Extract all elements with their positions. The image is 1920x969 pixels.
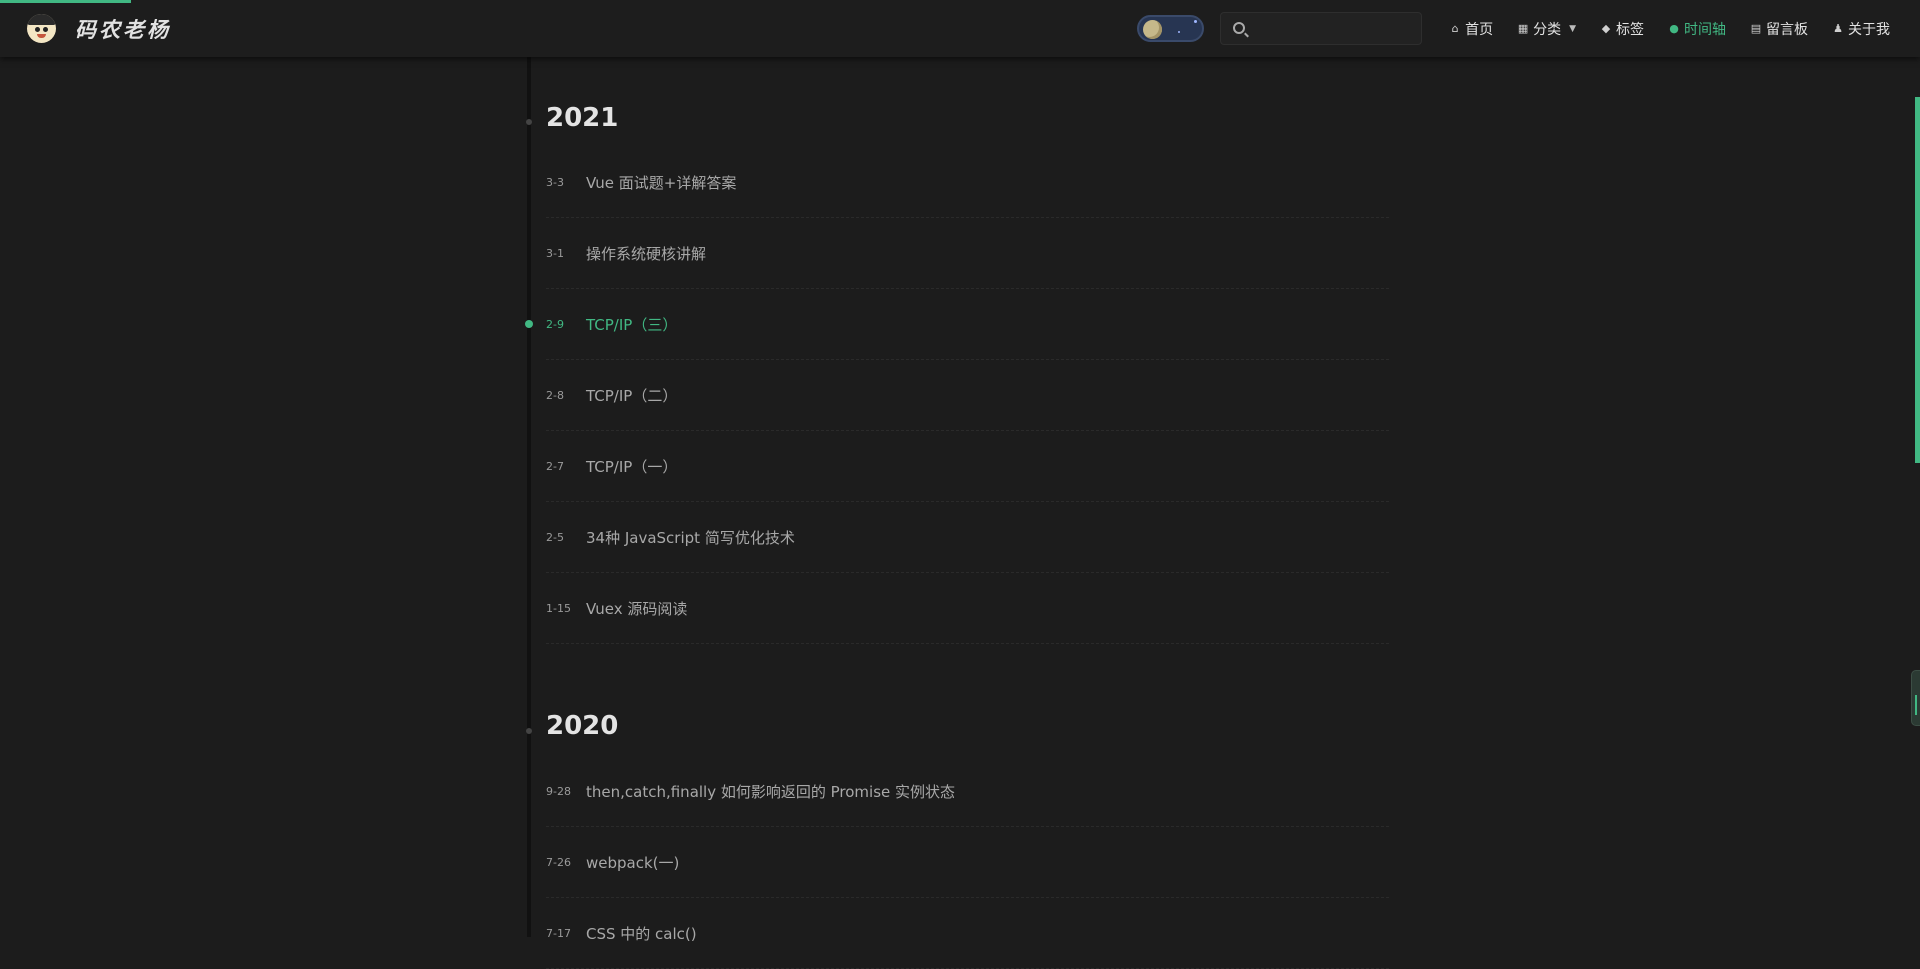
year-marker: [526, 728, 532, 734]
nav-item-home[interactable]: ⌂ 首页: [1449, 19, 1494, 39]
timeline-post[interactable]: 1-15 Vuex 源码阅读: [546, 573, 1389, 644]
moon-icon: [1143, 20, 1162, 39]
timeline-post[interactable]: 2-7 TCP/IP（一）: [546, 431, 1389, 502]
year-marker: [526, 119, 532, 125]
timeline-post[interactable]: 7-26 webpack(一): [546, 827, 1389, 898]
tag-icon: ◆: [1601, 21, 1611, 35]
post-title[interactable]: Vue 面试题+详解答案: [586, 172, 736, 193]
post-date: 3-1: [546, 246, 564, 260]
side-tab-indicator: [1915, 695, 1917, 715]
nav-item-timeline[interactable]: ● 时间轴: [1668, 19, 1726, 39]
year-heading: 2020: [546, 711, 619, 741]
timeline-post[interactable]: 2-9 TCP/IP（三）: [546, 289, 1389, 360]
scrollbar-thumb[interactable]: [1915, 97, 1920, 463]
post-date: 2-8: [546, 388, 564, 402]
timeline-post[interactable]: 2-5 34种 JavaScript 简写优化技术: [546, 502, 1389, 573]
star-icon: [1178, 31, 1180, 33]
nav-item-about[interactable]: ♟ 关于我: [1832, 19, 1890, 39]
timeline-post[interactable]: 2-8 TCP/IP（二）: [546, 360, 1389, 431]
clock-icon: ●: [1669, 21, 1679, 35]
post-date: 2-9: [546, 317, 564, 331]
side-drawer-tab[interactable]: [1911, 670, 1920, 726]
page-loading-progress: [0, 0, 131, 3]
nav-item-label: 关于我: [1848, 21, 1890, 38]
post-title[interactable]: TCP/IP（二）: [586, 385, 677, 406]
nav-item-label: 时间轴: [1684, 21, 1726, 38]
timeline-post[interactable]: 9-28 then,catch,finally 如何影响返回的 Promise …: [546, 756, 1389, 827]
page-scrollbar[interactable]: [1914, 57, 1920, 937]
logo-hair: [27, 14, 56, 25]
timeline-post[interactable]: 3-3 Vue 面试题+详解答案: [546, 147, 1389, 218]
message-board-icon: ▤: [1750, 21, 1762, 35]
search-icon: [1233, 22, 1245, 34]
star-icon: [1194, 20, 1197, 23]
post-date: 1-15: [546, 601, 571, 615]
site-header: 码农老杨 ⌂ 首页 ▦ 分类 ▼ ◆ 标签 ● 时间轴 ▤ 留言板 ♟ 关于我: [0, 0, 1920, 57]
timeline-post[interactable]: 7-17 CSS 中的 calc(): [546, 898, 1389, 969]
year-heading: 2021: [546, 103, 619, 133]
post-date: 9-28: [546, 784, 571, 798]
home-icon: ⌂: [1451, 21, 1459, 35]
nav-item-label: 分类: [1533, 21, 1562, 38]
timeline-post[interactable]: 3-1 操作系统硬核讲解: [546, 218, 1389, 289]
post-title[interactable]: TCP/IP（三）: [586, 314, 677, 335]
post-title[interactable]: 操作系统硬核讲解: [586, 243, 706, 264]
nav-item-categories[interactable]: ▦ 分类 ▼: [1517, 19, 1576, 39]
logo-eye: [35, 27, 40, 32]
post-title[interactable]: CSS 中的 calc(): [586, 923, 697, 944]
post-date: 7-17: [546, 926, 571, 940]
site-title[interactable]: 码农老杨: [75, 14, 171, 44]
nav-item-message-board[interactable]: ▤ 留言板: [1750, 19, 1808, 39]
nav-item-label: 留言板: [1766, 21, 1808, 38]
post-date: 3-3: [546, 175, 564, 189]
post-date: 2-7: [546, 459, 564, 473]
active-post-marker: [525, 320, 533, 328]
post-title[interactable]: Vuex 源码阅读: [586, 598, 687, 619]
search-input[interactable]: [1253, 13, 1419, 44]
post-title[interactable]: TCP/IP（一）: [586, 456, 677, 477]
nav-item-label: 首页: [1465, 21, 1494, 38]
logo-eye: [43, 27, 48, 32]
nav-item-label: 标签: [1616, 21, 1644, 38]
post-title[interactable]: then,catch,finally 如何影响返回的 Promise 实例状态: [586, 781, 955, 802]
search-box: [1220, 12, 1422, 45]
user-icon: ♟: [1833, 21, 1843, 35]
post-date: 7-26: [546, 855, 571, 869]
dark-mode-toggle[interactable]: [1137, 15, 1204, 42]
nav-item-tags[interactable]: ◆ 标签: [1600, 19, 1644, 39]
main-nav: ⌂ 首页 ▦ 分类 ▼ ◆ 标签 ● 时间轴 ▤ 留言板 ♟ 关于我: [1425, 0, 1890, 57]
post-title[interactable]: webpack(一): [586, 852, 679, 873]
site-logo-avatar[interactable]: [27, 14, 56, 43]
chevron-down-icon: ▼: [1569, 23, 1576, 34]
logo-mouth: [37, 34, 46, 38]
post-date: 2-5: [546, 530, 564, 544]
grid-icon: ▦: [1517, 21, 1529, 35]
post-title[interactable]: 34种 JavaScript 简写优化技术: [586, 527, 795, 548]
timeline-axis: [527, 57, 531, 937]
